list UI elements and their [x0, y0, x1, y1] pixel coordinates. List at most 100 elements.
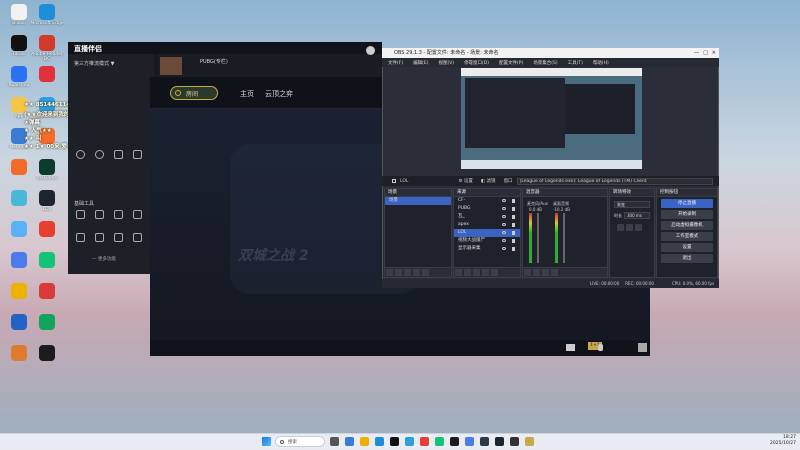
speaker-icon[interactable]: [524, 269, 531, 276]
taskbar-search[interactable]: 搜索: [275, 436, 325, 447]
menu-item[interactable]: 文件(F): [388, 60, 403, 66]
desktop-shortcut[interactable]: LOL: [30, 190, 64, 217]
clock[interactable]: 18:27 2025/10/27: [770, 435, 796, 447]
speaker-icon[interactable]: [542, 269, 549, 276]
transition-select[interactable]: 渐变: [614, 201, 650, 208]
gear-icon[interactable]: [551, 269, 558, 276]
control-button[interactable]: 停止直播: [661, 199, 713, 208]
tool-icon[interactable]: [133, 210, 142, 219]
tool-icon[interactable]: [76, 150, 85, 159]
taskbar-app-icon[interactable]: [465, 437, 474, 446]
filter-icon[interactable]: [404, 269, 411, 276]
minimize-icon[interactable]: —: [694, 48, 699, 58]
desktop-shortcut[interactable]: [30, 66, 64, 93]
taskbar-app-icon[interactable]: [375, 437, 384, 446]
tab-room[interactable]: 房间: [170, 86, 218, 100]
remove-icon[interactable]: [464, 269, 471, 276]
tool-icon[interactable]: [76, 233, 85, 242]
remove-icon[interactable]: [626, 224, 633, 231]
lock-icon[interactable]: [512, 207, 515, 211]
source-item[interactable]: 显示器采集: [454, 245, 520, 253]
taskbar-app-icon[interactable]: [480, 437, 489, 446]
lock-icon[interactable]: [512, 239, 515, 243]
mic-icon[interactable]: [598, 344, 603, 351]
eye-icon[interactable]: [502, 207, 506, 210]
move-down-icon[interactable]: [491, 269, 498, 276]
control-button[interactable]: 开始录制: [661, 210, 713, 219]
desktop-shortcut[interactable]: [30, 221, 64, 248]
remove-icon[interactable]: [395, 269, 402, 276]
maximize-icon[interactable]: □: [703, 48, 708, 58]
volume-slider[interactable]: [537, 213, 539, 263]
eye-icon[interactable]: [502, 199, 506, 202]
control-button[interactable]: 设置: [661, 243, 713, 252]
tool-icon[interactable]: [95, 233, 104, 242]
eye-icon[interactable]: [502, 215, 506, 218]
desktop-shortcut[interactable]: Adobe Reader DC: [30, 35, 64, 62]
source-item[interactable]: CF-: [454, 197, 520, 205]
source-item[interactable]: 瓦_: [454, 213, 520, 221]
desktop-shortcut[interactable]: [30, 283, 64, 310]
volume-slider[interactable]: [563, 213, 565, 263]
duration-input[interactable]: 300 ms: [624, 212, 650, 219]
menu-item[interactable]: 工具(T): [568, 60, 583, 66]
taskbar-app-icon[interactable]: [495, 437, 504, 446]
menu-item[interactable]: 配置文件(P): [499, 60, 523, 66]
scene-item[interactable]: 场景: [385, 197, 451, 205]
source-item[interactable]: PUBG: [454, 205, 520, 213]
gear-icon[interactable]: [533, 269, 540, 276]
taskbar-app-icon[interactable]: [525, 437, 534, 446]
taskbar-app-icon[interactable]: [405, 437, 414, 446]
tool-icon[interactable]: [133, 150, 142, 159]
more-icon[interactable]: [635, 224, 642, 231]
menu-item[interactable]: 停靠窗口(D): [464, 60, 489, 66]
tab-tft[interactable]: 云顶之弈: [265, 89, 293, 99]
tool-icon[interactable]: [95, 210, 104, 219]
menu-item[interactable]: 编辑(E): [413, 60, 428, 66]
tool-icon[interactable]: [133, 233, 142, 242]
taskbar-app-icon[interactable]: [510, 437, 519, 446]
eye-icon[interactable]: [502, 223, 506, 226]
taskbar-app-icon[interactable]: [330, 437, 339, 446]
taskbar-app-icon[interactable]: [450, 437, 459, 446]
settings-icon[interactable]: [638, 343, 647, 352]
menu-item[interactable]: 视图(V): [438, 60, 454, 66]
desktop-shortcut[interactable]: [30, 252, 64, 279]
control-button[interactable]: 启动虚拟摄像机: [661, 221, 713, 230]
taskbar-app-icon[interactable]: [435, 437, 444, 446]
lock-icon[interactable]: [512, 247, 515, 251]
gear-icon[interactable]: [473, 269, 480, 276]
lock-icon[interactable]: [512, 199, 515, 203]
menu-item[interactable]: 帮助(H): [593, 60, 609, 66]
lock-icon[interactable]: [512, 223, 515, 227]
taskbar-app-icon[interactable]: [360, 437, 369, 446]
tool-icon[interactable]: [114, 233, 123, 242]
window-select[interactable]: [League of Legends.exe]: League of Legen…: [516, 177, 713, 185]
start-icon[interactable]: [262, 437, 271, 446]
avatar[interactable]: [366, 46, 375, 55]
close-icon[interactable]: ✕: [712, 48, 716, 58]
source-properties-button[interactable]: ⚙ 设置: [458, 178, 472, 184]
eye-icon[interactable]: [502, 239, 506, 242]
taskbar-app-icon[interactable]: [420, 437, 429, 446]
desktop-shortcut[interactable]: Microsoft Edge: [30, 4, 64, 31]
add-icon[interactable]: [386, 269, 393, 276]
desktop-shortcut[interactable]: WeGame: [30, 159, 64, 186]
taskbar-app-icon[interactable]: [390, 437, 399, 446]
move-up-icon[interactable]: [482, 269, 489, 276]
tab-home[interactable]: 主页: [240, 89, 254, 99]
tool-icon[interactable]: [76, 210, 85, 219]
control-button[interactable]: 工作室模式: [661, 232, 713, 241]
source-item[interactable]: 视频大战僵尸: [454, 237, 520, 245]
taskbar-app-icon[interactable]: [345, 437, 354, 446]
add-icon[interactable]: [617, 224, 624, 231]
source-item[interactable]: LOL: [454, 229, 520, 237]
tool-icon[interactable]: [95, 150, 104, 159]
source-filters-button[interactable]: ◧ 滤镜: [481, 178, 496, 184]
tool-icon[interactable]: [114, 210, 123, 219]
menu-item[interactable]: 场景集合(S): [533, 60, 557, 66]
move-down-icon[interactable]: [422, 269, 429, 276]
eye-icon[interactable]: [502, 247, 506, 250]
eye-icon[interactable]: [502, 231, 506, 234]
source-item[interactable]: apex: [454, 221, 520, 229]
